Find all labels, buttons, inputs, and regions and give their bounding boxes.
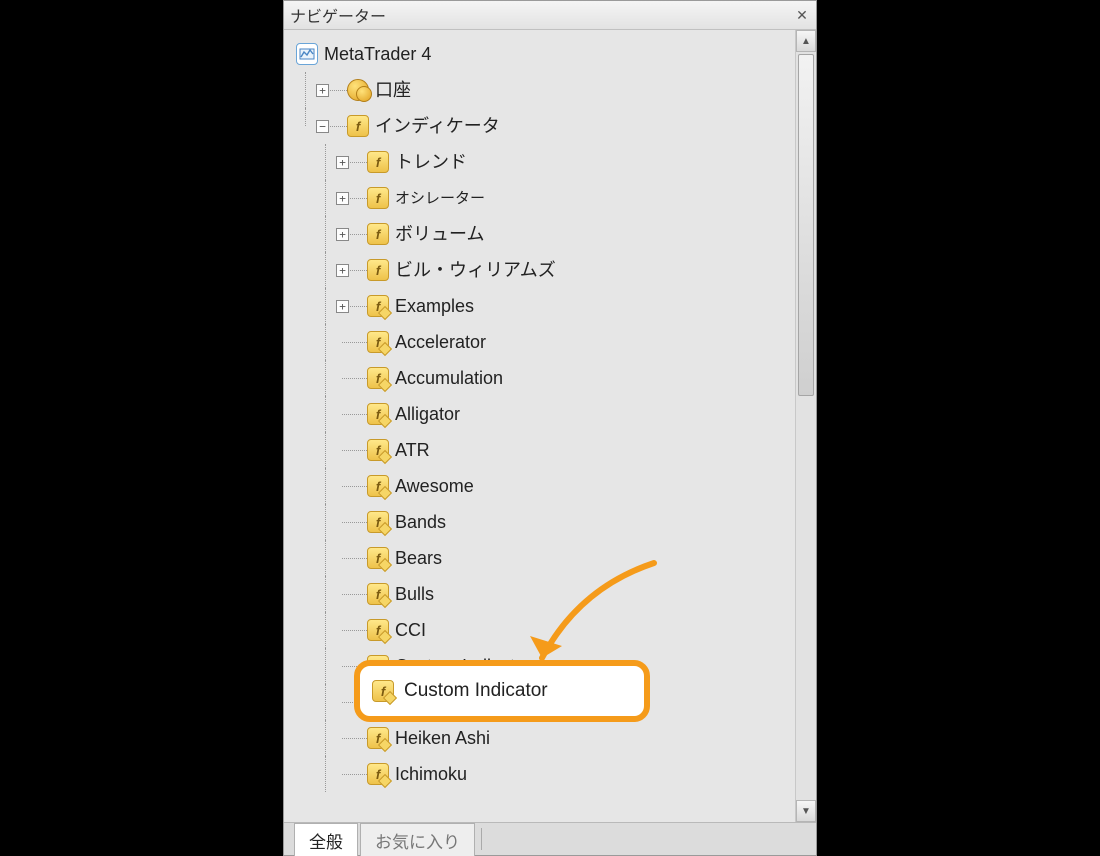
- scroll-down-icon[interactable]: ▼: [796, 800, 816, 822]
- function-icon: f: [367, 403, 389, 425]
- tree-item-label: ボリューム: [395, 225, 484, 243]
- tab-divider: [481, 828, 483, 850]
- function-icon: f: [367, 259, 389, 281]
- scroll-thumb[interactable]: [798, 54, 814, 396]
- tree-folder-examples[interactable]: + f Examples: [296, 288, 791, 324]
- tree-item-bears[interactable]: f Bears: [296, 540, 791, 576]
- tab-label: 全般: [309, 833, 343, 852]
- tab-favorite[interactable]: お気に入り: [360, 823, 475, 856]
- expand-toggle[interactable]: +: [336, 156, 349, 169]
- tab-general[interactable]: 全般: [294, 823, 358, 856]
- tree-scroll[interactable]: MetaTrader 4 + 口座 − f インディケータ: [284, 30, 795, 822]
- tree-item-awesome[interactable]: f Awesome: [296, 468, 791, 504]
- tree-item-cci[interactable]: f CCI: [296, 612, 791, 648]
- expand-toggle[interactable]: +: [316, 84, 329, 97]
- function-icon: f: [347, 115, 369, 137]
- tree-item-label: Ichimoku: [395, 765, 467, 783]
- tree-item-accumulation[interactable]: f Accumulation: [296, 360, 791, 396]
- function-icon: f: [367, 295, 389, 317]
- bottom-tabs: 全般 お気に入り: [284, 822, 816, 855]
- expand-toggle[interactable]: +: [336, 228, 349, 241]
- tree-item-label: ATR: [395, 441, 430, 459]
- tree-area: MetaTrader 4 + 口座 − f インディケータ: [284, 30, 816, 822]
- panel-title: ナビゲーター: [290, 3, 794, 27]
- function-icon: f: [367, 727, 389, 749]
- tree-item-bands[interactable]: f Bands: [296, 504, 791, 540]
- tab-label: お気に入り: [375, 833, 460, 852]
- tree-item-label: インディケータ: [375, 117, 500, 135]
- tree-item-label: ビル・ウィリアムズ: [395, 261, 556, 279]
- tree-item-label: CCI: [395, 621, 426, 639]
- function-icon: f: [367, 151, 389, 173]
- scroll-track[interactable]: [796, 52, 816, 800]
- tree-item-label: トレンド: [395, 153, 467, 171]
- function-icon: f: [367, 223, 389, 245]
- tree-item-label: Bulls: [395, 585, 434, 603]
- function-icon: f: [367, 583, 389, 605]
- tree-item-label: Examples: [395, 297, 474, 315]
- function-icon: f: [367, 691, 389, 713]
- collapse-toggle[interactable]: −: [316, 120, 329, 133]
- tree-item-label: Custom Indicator: [395, 657, 531, 675]
- scroll-up-icon[interactable]: ▲: [796, 30, 816, 52]
- tree: MetaTrader 4 + 口座 − f インディケータ: [284, 30, 795, 792]
- accounts-icon: [347, 79, 369, 101]
- tree-item-label: 口座: [375, 81, 411, 99]
- tree-item-ichimoku[interactable]: f Ichimoku: [296, 756, 791, 792]
- function-icon: f: [367, 655, 389, 677]
- expand-toggle[interactable]: +: [336, 264, 349, 277]
- function-icon: f: [367, 619, 389, 641]
- tree-item-custom-moving-averages[interactable]: f Custom Moving Averages: [296, 684, 791, 720]
- tree-root-label: MetaTrader 4: [324, 45, 431, 63]
- tree-item-label: Alligator: [395, 405, 460, 423]
- close-icon[interactable]: ✕: [794, 7, 810, 23]
- expand-toggle[interactable]: +: [336, 300, 349, 313]
- tree-indicators[interactable]: − f インディケータ: [296, 108, 791, 144]
- tree-item-atr[interactable]: f ATR: [296, 432, 791, 468]
- tree-item-label: Accelerator: [395, 333, 486, 351]
- function-icon: f: [367, 367, 389, 389]
- tree-item-label: Awesome: [395, 477, 474, 495]
- tree-accounts[interactable]: + 口座: [296, 72, 791, 108]
- tree-item-bulls[interactable]: f Bulls: [296, 576, 791, 612]
- function-icon: f: [367, 475, 389, 497]
- tree-item-label: Accumulation: [395, 369, 503, 387]
- panel-titlebar: ナビゲーター ✕: [284, 1, 816, 30]
- app-icon: [296, 43, 318, 65]
- tree-item-label: Bears: [395, 549, 442, 567]
- function-icon: f: [367, 331, 389, 353]
- navigator-panel: ナビゲーター ✕ MetaTrader 4 + 口座: [283, 0, 817, 856]
- tree-item-heiken-ashi[interactable]: f Heiken Ashi: [296, 720, 791, 756]
- tree-item-accelerator[interactable]: f Accelerator: [296, 324, 791, 360]
- function-icon: f: [367, 547, 389, 569]
- tree-item-label: オシレーター: [395, 191, 485, 206]
- tree-folder-trend[interactable]: + f トレンド: [296, 144, 791, 180]
- tree-item-label: Custom Moving Averages: [395, 693, 600, 711]
- function-icon: f: [367, 511, 389, 533]
- function-icon: f: [367, 187, 389, 209]
- tree-folder-volume[interactable]: + f ボリューム: [296, 216, 791, 252]
- function-icon: f: [367, 763, 389, 785]
- vertical-scrollbar[interactable]: ▲ ▼: [795, 30, 816, 822]
- tree-folder-oscillator[interactable]: + f オシレーター: [296, 180, 791, 216]
- tree-item-label: Heiken Ashi: [395, 729, 490, 747]
- expand-toggle[interactable]: +: [336, 192, 349, 205]
- tree-folder-bill-williams[interactable]: + f ビル・ウィリアムズ: [296, 252, 791, 288]
- function-icon: f: [367, 439, 389, 461]
- tree-item-label: Bands: [395, 513, 446, 531]
- tree-item-alligator[interactable]: f Alligator: [296, 396, 791, 432]
- tree-root[interactable]: MetaTrader 4: [296, 36, 791, 72]
- tree-item-custom-indicator[interactable]: f Custom Indicator: [296, 648, 791, 684]
